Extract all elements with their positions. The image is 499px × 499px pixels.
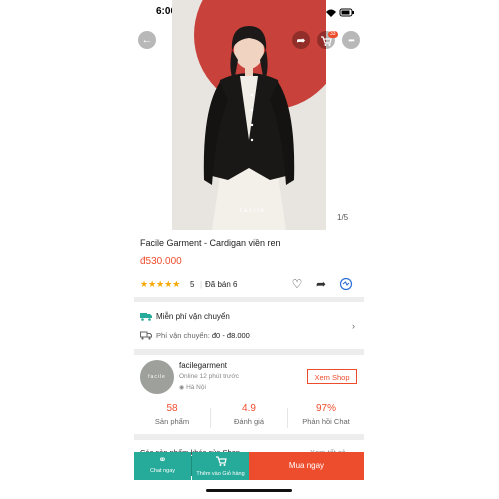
section-divider bbox=[134, 297, 364, 302]
back-button[interactable]: ← bbox=[138, 31, 156, 49]
share-outline-icon[interactable]: ➦ bbox=[314, 277, 328, 291]
share-icon: ➦ bbox=[296, 34, 306, 47]
product-title: Facile Garment - Cardigan viền ren bbox=[140, 238, 281, 248]
buy-now-button[interactable]: Mua ngay bbox=[249, 452, 364, 480]
free-shipping-label: Miễn phí vận chuyển bbox=[156, 312, 230, 321]
heart-icon[interactable]: ♡ bbox=[290, 277, 304, 291]
stat-label: Đánh giá bbox=[233, 417, 265, 426]
view-shop-button[interactable]: Xem Shop bbox=[307, 369, 357, 384]
arrow-left-icon: ← bbox=[141, 34, 153, 46]
shop-logo[interactable]: facile bbox=[140, 360, 174, 394]
rating-stars[interactable]: ★★★★★ bbox=[140, 279, 180, 290]
shop-stat-chat-response: 97% Phản hồi Chat bbox=[288, 403, 364, 426]
chat-compare-icon[interactable] bbox=[339, 277, 353, 291]
chat-bubble-icon: ⚭ bbox=[158, 455, 167, 466]
shop-stat-rating: 4.9 Đánh giá bbox=[211, 403, 287, 426]
section-divider bbox=[134, 349, 364, 355]
stat-label: Sản phẩm bbox=[154, 417, 190, 426]
chat-now-button[interactable]: ⚭ Chat ngay bbox=[134, 452, 191, 480]
location-pin-icon: ◉ bbox=[179, 385, 185, 391]
stat-value: 4.9 bbox=[242, 403, 256, 414]
shipping-fee-value: đ0 - đ8.000 bbox=[211, 331, 250, 340]
product-screen: 6:06 facile ← ➦ 33 ••• 1/5 Facile Garmen… bbox=[134, 0, 364, 499]
shipping-fee-row[interactable]: Phí vận chuyển: đ0 - đ8.000 bbox=[156, 331, 250, 340]
stat-label: Phản hồi Chat bbox=[302, 417, 350, 426]
section-divider bbox=[134, 434, 364, 440]
image-counter: 1/5 bbox=[337, 213, 349, 222]
share-button[interactable]: ➦ bbox=[292, 31, 310, 49]
shop-stat-products: 58 Sản phẩm bbox=[134, 403, 210, 426]
shop-name[interactable]: facilegarment bbox=[179, 361, 227, 370]
bottom-action-bar: ⚭ Chat ngay Thêm vào Giỏ hàng Mua ngay bbox=[134, 452, 364, 480]
shop-location: ◉ Hà Nội bbox=[179, 384, 206, 391]
add-cart-icon bbox=[192, 455, 249, 469]
stat-value: 58 bbox=[166, 403, 178, 414]
shop-online-status: Online 12 phút trước bbox=[179, 373, 239, 380]
delivery-truck-icon bbox=[140, 331, 152, 340]
add-to-cart-label: Thêm vào Giỏ hàng bbox=[196, 471, 245, 477]
image-watermark: facile bbox=[240, 208, 267, 214]
truck-icon bbox=[140, 313, 152, 321]
home-indicator[interactable] bbox=[206, 489, 292, 492]
shipping-fee-label: Phí vận chuyển: bbox=[156, 331, 210, 340]
more-button[interactable]: ••• bbox=[342, 31, 360, 49]
rating-value: 5 bbox=[190, 280, 195, 289]
stat-value: 97% bbox=[315, 403, 336, 414]
more-dots-icon: ••• bbox=[348, 35, 354, 45]
sold-count: Đã bán 6 bbox=[205, 280, 238, 289]
rating-separator: | bbox=[200, 280, 203, 289]
cart-badge: 33 bbox=[328, 31, 338, 38]
chat-now-label: Chat ngay bbox=[149, 468, 176, 474]
add-to-cart-button[interactable]: Thêm vào Giỏ hàng bbox=[192, 452, 249, 480]
product-price: đ530.000 bbox=[140, 256, 182, 267]
shop-location-text: Hà Nội bbox=[186, 384, 206, 391]
chevron-right-icon[interactable]: › bbox=[352, 321, 355, 331]
